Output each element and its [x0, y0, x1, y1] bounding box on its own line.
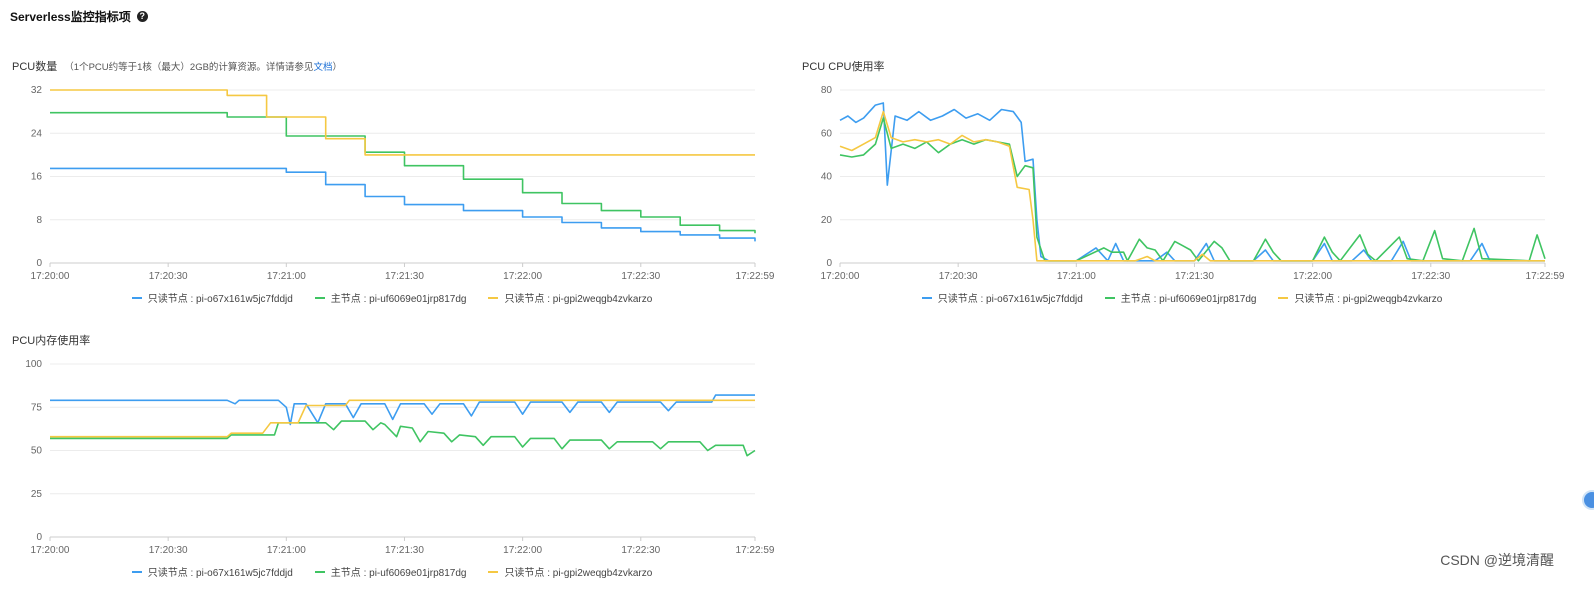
y-tick-label: 8	[36, 215, 42, 226]
legend-label: 主节点 : pi-uf6069e01jrp817dg	[1120, 294, 1257, 305]
pcu-count-chart: 0 8 16 24 32 17:20:00 17:20:30 17:21:00 17:21:30…	[31, 85, 775, 282]
x-tick-label: 17:21:00	[267, 545, 306, 556]
panel-title-text: PCU数量	[12, 61, 58, 73]
legend-swatch	[314, 570, 325, 573]
legend-swatch	[1104, 296, 1115, 299]
y-tick-label: 32	[31, 85, 43, 96]
panel-note: （1个PCU约等于1核（最大）2GB的计算资源。详情请参见文档）	[64, 62, 342, 73]
legend-item[interactable]: 只读节点 : pi-gpi2weqgb4zvkarzo	[1278, 290, 1442, 305]
y-tick-label: 60	[821, 128, 833, 139]
legend-swatch	[488, 570, 499, 573]
pcu-count-panel: PCU数量 （1个PCU约等于1核（最大）2GB的计算资源。详情请参见文档） 0…	[12, 58, 775, 308]
y-tick-label: 40	[821, 172, 833, 183]
floating-assistant-icon[interactable]	[1582, 490, 1594, 510]
y-tick-label: 100	[25, 359, 42, 370]
x-tick-label: 17:22:00	[1293, 271, 1332, 282]
pcu-cpu-panel: PCU CPU使用率 0 20 40 60 80 17:20:00 17:20:30 17:2…	[802, 58, 1565, 308]
legend-item[interactable]: 只读节点 : pi-o67x161w5jc7fddjd	[131, 290, 293, 305]
legend-label: 主节点 : pi-uf6069e01jrp817dg	[330, 568, 467, 579]
series-line-2[interactable]	[839, 117, 1546, 262]
legend-swatch	[488, 296, 499, 299]
legend-swatch	[921, 296, 932, 299]
legend-label: 只读节点 : pi-o67x161w5jc7fddjd	[147, 568, 293, 579]
x-tick-label: 17:22:00	[503, 271, 542, 282]
legend-label: 只读节点 : pi-o67x161w5jc7fddjd	[937, 294, 1083, 305]
legend-item[interactable]: 主节点 : pi-uf6069e01jrp817dg	[314, 564, 467, 579]
docs-link[interactable]: 文档	[313, 62, 332, 73]
question-circle-icon[interactable]: ?	[136, 11, 148, 22]
page-title: Serverless监控指标项 ?	[10, 8, 148, 25]
panel-title: PCU数量 （1个PCU约等于1核（最大）2GB的计算资源。详情请参见文档）	[12, 58, 342, 74]
x-tick-label: 17:22:59	[1526, 271, 1565, 282]
legend-item[interactable]: 只读节点 : pi-o67x161w5jc7fddjd	[921, 290, 1083, 305]
pcu-memory-chart: 0 25 50 75 100 17:20:00 17:20:30 17:21:00 17:21:…	[25, 359, 775, 556]
y-tick-label: 75	[31, 402, 43, 413]
panel-note-text: （1个PCU约等于1核（最大）2GB的计算资源。详情请参见	[64, 62, 314, 73]
x-tick-label: 17:21:30	[1175, 271, 1214, 282]
y-tick-label: 25	[31, 489, 43, 500]
series-line-3[interactable]	[839, 110, 1545, 262]
legend-swatch	[131, 570, 142, 573]
y-tick-label: 24	[31, 128, 43, 139]
legend-swatch	[1278, 296, 1289, 299]
panel-title: PCU内存使用率	[12, 332, 90, 348]
x-tick-label: 17:20:00	[31, 545, 70, 556]
legend-label: 只读节点 : pi-o67x161w5jc7fddjd	[147, 294, 293, 305]
legend-item[interactable]: 只读节点 : pi-o67x161w5jc7fddjd	[131, 564, 293, 579]
legend-item[interactable]: 主节点 : pi-uf6069e01jrp817dg	[314, 290, 467, 305]
panel-note-end: ）	[332, 62, 342, 73]
legend-swatch	[314, 296, 325, 299]
panel-title-text: PCU内存使用率	[12, 335, 91, 347]
pcu-memory-panel: PCU内存使用率 0 25 50 75 100 17:20:00 17:20:30 17:21…	[12, 332, 775, 582]
pcu-cpu-chart: 0 20 40 60 80 17:20:00 17:20:30 17:21:00 17:21:3…	[821, 85, 1565, 282]
series-line-3[interactable]	[50, 399, 755, 438]
x-tick-label: 17:21:30	[385, 271, 424, 282]
series-line-1[interactable]	[50, 167, 756, 242]
x-tick-label: 17:21:00	[1057, 271, 1096, 282]
x-tick-label: 17:22:30	[621, 545, 660, 556]
chart-legend: 只读节点 : pi-o67x161w5jc7fddjd 主节点 : pi-uf60…	[12, 290, 772, 305]
legend-item[interactable]: 主节点 : pi-uf6069e01jrp817dg	[1104, 290, 1257, 305]
legend-label: 只读节点 : pi-gpi2weqgb4zvkarzo	[504, 294, 653, 305]
y-tick-label: 0	[826, 258, 832, 269]
x-tick-label: 17:22:00	[503, 545, 542, 556]
x-tick-label: 17:21:00	[267, 271, 306, 282]
watermark: CSDN @逆境清醒	[1440, 552, 1554, 568]
legend-item[interactable]: 只读节点 : pi-gpi2weqgb4zvkarzo	[488, 564, 652, 579]
x-tick-label: 17:20:30	[149, 271, 188, 282]
series-line-3[interactable]	[50, 89, 755, 156]
series-line-2[interactable]	[50, 111, 756, 234]
panel-title: PCU CPU使用率	[802, 58, 885, 74]
y-tick-label: 16	[31, 172, 43, 183]
x-tick-label: 17:22:59	[736, 545, 775, 556]
panel-title-text: PCU CPU使用率	[802, 61, 885, 73]
x-tick-label: 17:20:30	[939, 271, 978, 282]
x-tick-label: 17:20:00	[821, 271, 860, 282]
x-tick-label: 17:22:30	[1411, 271, 1450, 282]
y-tick-label: 50	[31, 446, 43, 457]
legend-label: 只读节点 : pi-gpi2weqgb4zvkarzo	[504, 568, 653, 579]
legend-label: 主节点 : pi-uf6069e01jrp817dg	[330, 294, 467, 305]
legend-swatch	[131, 296, 142, 299]
page-title-text: Serverless监控指标项	[10, 10, 131, 24]
x-tick-label: 17:20:00	[31, 271, 70, 282]
x-tick-label: 17:21:30	[385, 545, 424, 556]
series-line-1[interactable]	[839, 102, 1545, 262]
x-tick-label: 17:20:30	[149, 545, 188, 556]
y-tick-label: 20	[821, 215, 833, 226]
legend-item[interactable]: 只读节点 : pi-gpi2weqgb4zvkarzo	[488, 290, 652, 305]
y-tick-label: 80	[821, 85, 833, 96]
chart-legend: 只读节点 : pi-o67x161w5jc7fddjd 主节点 : pi-uf60…	[12, 564, 772, 579]
y-tick-label: 0	[36, 258, 42, 269]
chart-legend: 只读节点 : pi-o67x161w5jc7fddjd 主节点 : pi-uf60…	[802, 290, 1562, 305]
x-tick-label: 17:22:59	[736, 271, 775, 282]
legend-label: 只读节点 : pi-gpi2weqgb4zvkarzo	[1294, 294, 1443, 305]
x-tick-label: 17:22:30	[621, 271, 660, 282]
y-tick-label: 0	[36, 532, 42, 543]
